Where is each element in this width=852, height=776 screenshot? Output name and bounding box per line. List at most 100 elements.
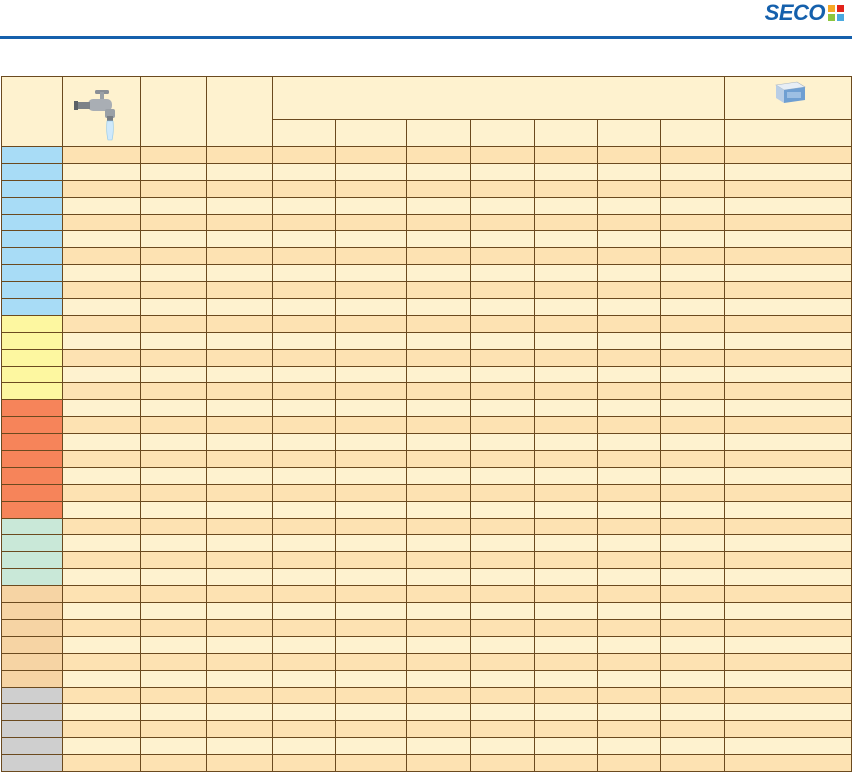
material-color-cell bbox=[1, 686, 63, 705]
table-cell bbox=[406, 264, 472, 283]
table-cell bbox=[723, 230, 852, 249]
table-cell bbox=[597, 551, 661, 570]
table-cell bbox=[334, 281, 408, 300]
table-cell bbox=[470, 146, 536, 164]
table-cell bbox=[334, 162, 408, 181]
table-cell bbox=[61, 247, 141, 266]
table-cell bbox=[470, 652, 536, 671]
table-cell bbox=[139, 618, 207, 637]
table-cell bbox=[205, 703, 273, 722]
table-cell bbox=[139, 652, 207, 671]
table-cell bbox=[334, 450, 408, 468]
material-color-cell bbox=[1, 568, 63, 587]
table-cell bbox=[723, 602, 852, 620]
table-cell bbox=[334, 483, 408, 502]
table-cell bbox=[723, 416, 852, 435]
table-cell bbox=[660, 737, 725, 756]
table-cell bbox=[61, 365, 141, 384]
table-cell bbox=[660, 348, 725, 367]
table-cell bbox=[597, 399, 661, 418]
table-cell bbox=[597, 298, 661, 316]
table-cell bbox=[139, 365, 207, 384]
table-row bbox=[1, 348, 852, 367]
table-cell bbox=[660, 264, 725, 283]
table-cell bbox=[470, 686, 536, 705]
table-cell bbox=[534, 754, 599, 772]
table-cell bbox=[334, 551, 408, 570]
header-rule bbox=[0, 36, 852, 39]
table-cell bbox=[597, 720, 661, 739]
table-cell bbox=[534, 652, 599, 671]
table-cell bbox=[723, 585, 852, 604]
table-cell bbox=[534, 382, 599, 401]
table-cell bbox=[139, 703, 207, 722]
table-cell bbox=[660, 365, 725, 384]
table-cell bbox=[334, 146, 408, 164]
table-cell bbox=[406, 196, 472, 215]
table-cell bbox=[470, 331, 536, 350]
table-cell bbox=[723, 365, 852, 384]
table-cell bbox=[139, 602, 207, 620]
table-cell bbox=[597, 703, 661, 722]
table-cell bbox=[334, 602, 408, 620]
table-cell bbox=[534, 162, 599, 181]
table-cell bbox=[61, 382, 141, 401]
material-color-cell bbox=[1, 652, 63, 671]
table-row bbox=[1, 551, 852, 570]
table-cell bbox=[139, 483, 207, 502]
table-cell bbox=[660, 551, 725, 570]
table-cell bbox=[139, 754, 207, 772]
table-cell bbox=[534, 517, 599, 536]
table-cell bbox=[660, 585, 725, 604]
table-row bbox=[1, 686, 852, 705]
table-row bbox=[1, 720, 852, 739]
table-cell bbox=[534, 399, 599, 418]
table-cell bbox=[534, 196, 599, 215]
table-cell bbox=[660, 399, 725, 418]
table-cell bbox=[271, 433, 336, 452]
table-cell bbox=[723, 483, 852, 502]
table-cell bbox=[534, 720, 599, 739]
table-cell bbox=[597, 450, 661, 468]
table-cell bbox=[61, 399, 141, 418]
table-cell bbox=[660, 298, 725, 316]
table-cell bbox=[271, 281, 336, 300]
table-cell bbox=[139, 551, 207, 570]
table-cell bbox=[271, 585, 336, 604]
header-sub-col-8 bbox=[723, 119, 852, 147]
table-cell bbox=[534, 585, 599, 604]
table-cell bbox=[205, 196, 273, 215]
material-color-cell bbox=[1, 382, 63, 401]
table-cell bbox=[660, 517, 725, 536]
table-cell bbox=[660, 314, 725, 333]
table-cell bbox=[534, 298, 599, 316]
material-color-cell bbox=[1, 483, 63, 502]
table-cell bbox=[61, 568, 141, 587]
table-cell bbox=[205, 146, 273, 164]
table-cell bbox=[406, 365, 472, 384]
table-cell bbox=[470, 585, 536, 604]
table-cell bbox=[660, 281, 725, 300]
table-cell bbox=[205, 635, 273, 654]
header-workpiece-cell bbox=[723, 76, 852, 120]
table-row bbox=[1, 162, 852, 181]
table-row bbox=[1, 703, 852, 722]
table-cell bbox=[534, 230, 599, 249]
table-cell bbox=[205, 483, 273, 502]
material-color-cell bbox=[1, 179, 63, 198]
table-cell bbox=[534, 466, 599, 485]
material-color-cell bbox=[1, 450, 63, 468]
table-cell bbox=[406, 534, 472, 553]
table-cell bbox=[470, 314, 536, 333]
table-cell bbox=[205, 331, 273, 350]
table-cell bbox=[61, 686, 141, 705]
header-col-3 bbox=[139, 76, 207, 147]
material-color-cell bbox=[1, 500, 63, 519]
table-cell bbox=[660, 602, 725, 620]
table-cell bbox=[61, 703, 141, 722]
table-cell bbox=[139, 669, 207, 688]
table-cell bbox=[139, 568, 207, 587]
table-cell bbox=[271, 618, 336, 637]
material-color-cell bbox=[1, 298, 63, 316]
table-cell bbox=[205, 179, 273, 198]
